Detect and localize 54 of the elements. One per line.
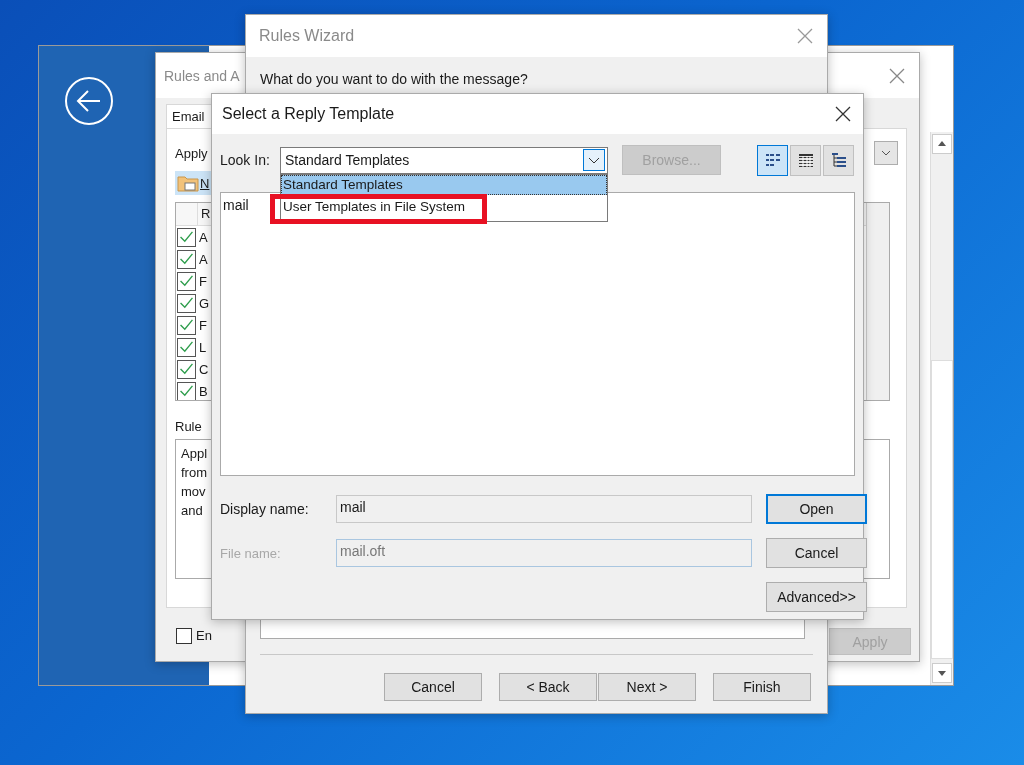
checkbox[interactable] bbox=[177, 359, 196, 379]
checkbox[interactable] bbox=[177, 337, 196, 357]
description-line: Appl bbox=[181, 445, 208, 463]
rule-name[interactable]: C bbox=[199, 361, 209, 377]
checkbox[interactable] bbox=[177, 227, 196, 247]
field-label: Apply bbox=[175, 145, 208, 161]
checkbox[interactable] bbox=[176, 627, 192, 644]
rule-name[interactable]: F bbox=[199, 317, 207, 333]
rule-name[interactable]: A bbox=[199, 251, 208, 267]
view-button[interactable] bbox=[757, 144, 788, 176]
description-line: and bbox=[181, 502, 203, 520]
rule-name[interactable]: L bbox=[199, 339, 207, 355]
window-title: Rules and A bbox=[164, 67, 240, 84]
description-line: mov bbox=[181, 483, 206, 501]
prompt-text: What do you want to do with the message? bbox=[260, 71, 529, 87]
wizard-button[interactable]: Next > bbox=[598, 673, 696, 701]
open-button[interactable]: Open bbox=[766, 494, 867, 524]
file-item[interactable]: mail bbox=[223, 197, 249, 213]
checkbox[interactable] bbox=[177, 271, 196, 291]
window-title: Select a Reply Template bbox=[222, 105, 395, 123]
scroll-down-icon[interactable] bbox=[932, 663, 952, 683]
view-button[interactable] bbox=[790, 144, 821, 176]
wizard-button[interactable]: Cancel bbox=[384, 673, 482, 701]
close-icon[interactable] bbox=[835, 106, 851, 122]
rule-name[interactable]: F bbox=[199, 273, 207, 289]
section-label: Rule bbox=[175, 419, 203, 434]
look-in-dropdown[interactable]: Standard Templates bbox=[280, 146, 608, 174]
list-icon bbox=[764, 152, 781, 168]
tree-icon bbox=[830, 152, 847, 168]
window-title: Rules Wizard bbox=[259, 27, 355, 45]
wizard-button[interactable]: Finish bbox=[713, 673, 811, 701]
field-label: Display name: bbox=[220, 501, 310, 517]
dropdown-option[interactable]: Standard Templates bbox=[281, 174, 607, 195]
tab[interactable]: Email bbox=[166, 104, 212, 128]
description-line: from bbox=[181, 464, 207, 482]
wizard-button[interactable]: < Back bbox=[499, 673, 597, 701]
field-label: Look In: bbox=[220, 152, 271, 168]
field-label: File name: bbox=[220, 545, 282, 561]
checkbox[interactable] bbox=[177, 293, 196, 313]
view-button[interactable] bbox=[823, 144, 854, 176]
advanced-button[interactable]: Advanced>> bbox=[766, 582, 867, 612]
grid-icon bbox=[797, 152, 814, 168]
cancel-button[interactable]: Cancel bbox=[766, 538, 867, 568]
rule-name[interactable]: B bbox=[199, 383, 208, 399]
checkbox[interactable] bbox=[177, 249, 196, 269]
display-name-field[interactable]: mail bbox=[336, 495, 752, 523]
checkbox[interactable] bbox=[177, 315, 196, 335]
scroll-up-icon[interactable] bbox=[932, 134, 952, 154]
rule-name[interactable]: A bbox=[199, 229, 208, 245]
folder-icon bbox=[177, 174, 199, 192]
back-button[interactable] bbox=[64, 76, 114, 126]
rule-name[interactable]: G bbox=[199, 295, 210, 311]
checkbox[interactable] bbox=[177, 381, 196, 400]
checkbox-label: En bbox=[196, 628, 212, 643]
